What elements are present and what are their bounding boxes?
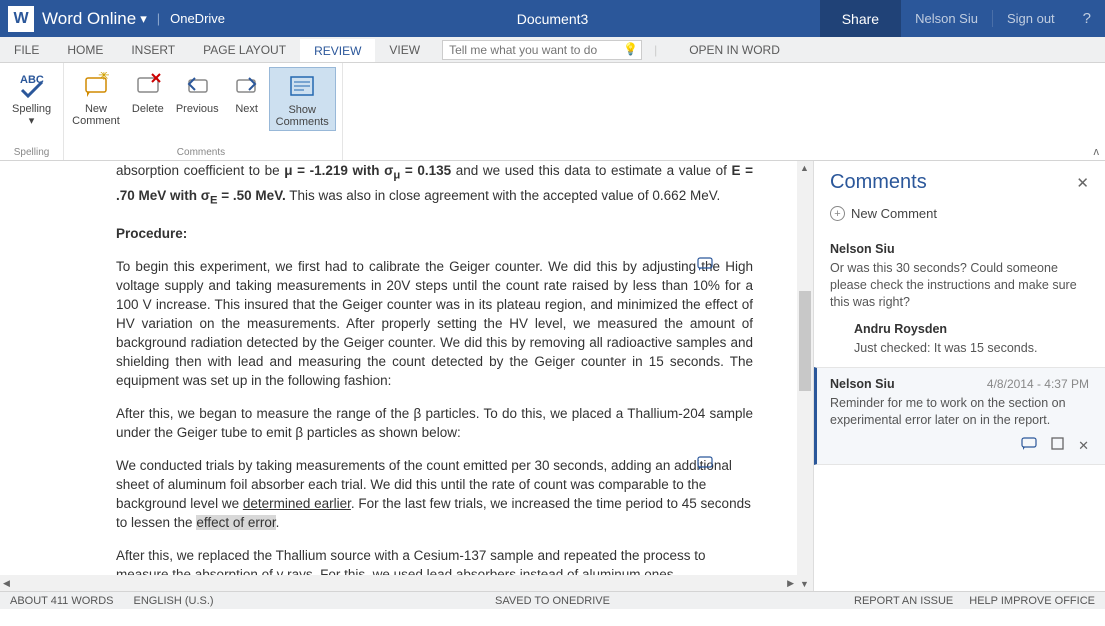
comment-indicator-icon[interactable] (697, 257, 713, 271)
spelling-button[interactable]: ABC Spelling▾ (6, 67, 57, 129)
save-status: SAVED TO ONEDRIVE (495, 595, 610, 607)
spelling-icon: ABC (16, 69, 48, 101)
horizontal-scrollbar[interactable]: ◀ ▶ (0, 575, 797, 591)
show-comments-icon (286, 70, 318, 102)
reply-icon[interactable] (1021, 437, 1037, 454)
document-body[interactable]: absorption coefficient to be μ = -1.219 … (0, 161, 813, 584)
comment-thread[interactable]: Nelson Siu Or was this 30 seconds? Could… (814, 233, 1105, 367)
comment-author: Andru Roysden (854, 321, 1089, 338)
comment-thread-selected[interactable]: 4/8/2014 - 4:37 PM Nelson Siu Reminder f… (814, 367, 1105, 465)
new-comment-link[interactable]: + New Comment (814, 202, 1105, 233)
lightbulb-icon: 💡 (623, 42, 638, 56)
resolve-icon[interactable] (1051, 437, 1064, 454)
svg-text:✳: ✳ (98, 72, 110, 83)
chevron-down-icon[interactable]: ▾ (140, 11, 147, 27)
work-area: absorption coefficient to be μ = -1.219 … (0, 161, 1105, 591)
comment-indicator-icon[interactable] (697, 456, 713, 470)
comment-body: Reminder for me to work on the section o… (830, 395, 1089, 429)
comments-pane: Comments ✕ + New Comment Nelson Siu Or w… (814, 161, 1105, 591)
ribbon-tabs: FILE HOME INSERT PAGE LAYOUT REVIEW VIEW… (0, 37, 1105, 63)
new-comment-button[interactable]: ✳ New Comment (66, 67, 126, 131)
previous-icon (181, 69, 213, 101)
tab-pagelayout[interactable]: PAGE LAYOUT (189, 37, 300, 62)
tab-insert[interactable]: INSERT (117, 37, 189, 62)
sign-out-link[interactable]: Sign out (993, 0, 1069, 37)
help-improve-link[interactable]: HELP IMPROVE OFFICE (969, 595, 1095, 607)
show-comments-button[interactable]: Show Comments (269, 67, 336, 131)
document-pane: absorption coefficient to be μ = -1.219 … (0, 161, 814, 591)
group-comments: ✳ New Comment Delete Previous Next Show … (64, 63, 343, 160)
new-comment-icon: ✳ (80, 69, 112, 101)
delete-icon (132, 69, 164, 101)
status-bar: ABOUT 411 WORDS ENGLISH (U.S.) SAVED TO … (0, 591, 1105, 609)
document-title[interactable]: Document3 (517, 11, 589, 27)
comment-author: Nelson Siu (830, 241, 1089, 258)
scroll-thumb[interactable] (799, 291, 811, 391)
delete-comment-icon[interactable]: ✕ (1078, 437, 1089, 454)
vertical-scrollbar[interactable]: ▲ ▼ (797, 161, 813, 591)
app-name: Word Online (42, 9, 136, 29)
comment-body: Just checked: It was 15 seconds. (854, 340, 1089, 357)
comment-body: Or was this 30 seconds? Could someone pl… (830, 260, 1089, 311)
scroll-up-icon[interactable]: ▲ (800, 163, 809, 173)
next-comment-button[interactable]: Next (225, 67, 269, 131)
word-count[interactable]: ABOUT 411 WORDS (10, 595, 114, 607)
user-name[interactable]: Nelson Siu (901, 0, 992, 37)
report-issue-link[interactable]: REPORT AN ISSUE (854, 595, 953, 607)
help-icon[interactable]: ? (1069, 0, 1105, 37)
scroll-down-icon[interactable]: ▼ (800, 579, 809, 589)
close-icon[interactable]: ✕ (1076, 174, 1089, 192)
comments-title: Comments (830, 171, 927, 194)
plus-circle-icon: + (830, 206, 845, 221)
ribbon: ABC Spelling▾ Spelling ✳ New Comment Del… (0, 63, 1105, 161)
titlebar: W Word Online ▾ | OneDrive Document3 Sha… (0, 0, 1105, 37)
comment-timestamp: 4/8/2014 - 4:37 PM (987, 376, 1089, 393)
scroll-right-icon[interactable]: ▶ (787, 578, 794, 589)
word-app-icon: W (8, 6, 34, 32)
next-icon (231, 69, 263, 101)
breadcrumb-onedrive[interactable]: OneDrive (170, 11, 225, 26)
tab-review[interactable]: REVIEW (300, 37, 375, 62)
language-status[interactable]: ENGLISH (U.S.) (134, 595, 214, 607)
open-in-word-link[interactable]: OPEN IN WORD (689, 43, 780, 57)
tab-view[interactable]: VIEW (375, 37, 434, 62)
tab-home[interactable]: HOME (53, 37, 117, 62)
tell-me-input[interactable] (442, 40, 642, 60)
tab-file[interactable]: FILE (0, 37, 53, 62)
delete-comment-button[interactable]: Delete (126, 67, 170, 131)
group-spelling: ABC Spelling▾ Spelling (0, 63, 64, 160)
scroll-left-icon[interactable]: ◀ (3, 578, 10, 589)
previous-comment-button[interactable]: Previous (170, 67, 225, 131)
collapse-ribbon-icon[interactable]: ᴧ (1094, 146, 1100, 158)
selected-text[interactable]: effect of error (196, 515, 275, 530)
share-button[interactable]: Share (820, 0, 901, 37)
